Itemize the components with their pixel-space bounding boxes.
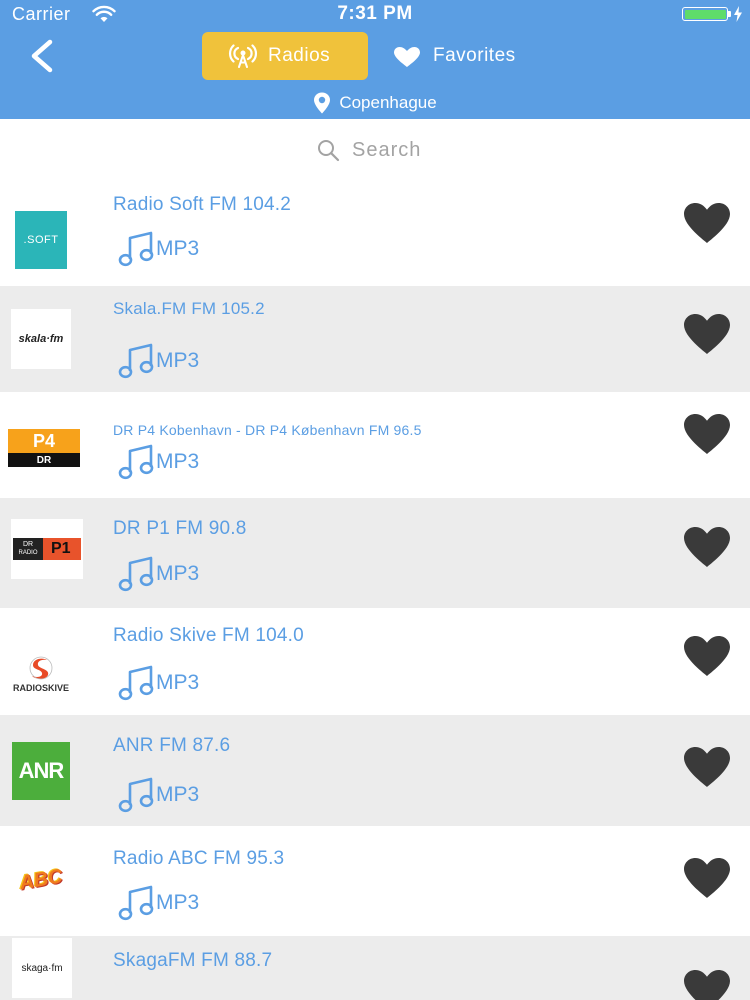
favorite-heart-icon[interactable] [683, 526, 731, 568]
format-label: MP3 [156, 237, 200, 260]
station-format: MP3 [118, 442, 199, 482]
music-note-icon [118, 885, 154, 921]
station-name: Skala.FM FM 105.2 [113, 299, 265, 318]
battery-tip [728, 11, 731, 17]
music-note-icon [118, 665, 154, 701]
heart-icon [394, 47, 420, 67]
station-name: SkagaFM FM 88.7 [113, 950, 273, 971]
music-note-icon [118, 231, 154, 267]
tab-favorites-label: Favorites [433, 45, 516, 66]
location-bar: Copenhague [0, 92, 750, 116]
station-format: MP3 [118, 883, 199, 923]
station-logo: ANR [10, 741, 72, 801]
format-label: MP3 [156, 891, 200, 914]
station-logo: ABC [17, 864, 65, 895]
radio-antenna-icon [229, 44, 257, 68]
favorite-heart-icon[interactable] [683, 746, 731, 788]
favorite-heart-icon[interactable] [683, 413, 731, 455]
tab-radios-label: Radios [268, 45, 331, 66]
location-label: Copenhague [339, 93, 437, 112]
search-icon [318, 140, 340, 162]
radioskive-swoosh-icon [29, 656, 53, 680]
station-row[interactable]: skala·fm Skala.FM FM 105.2 MP3 [0, 286, 750, 392]
favorite-heart-icon[interactable] [683, 969, 731, 1000]
tab-radios[interactable]: Radios [202, 32, 368, 80]
station-row[interactable]: RADIOSKIVE Radio Skive FM 104.0 MP3 [0, 608, 750, 715]
station-logo: skala·fm [10, 309, 72, 369]
music-note-icon [118, 343, 154, 379]
music-note-icon [118, 556, 154, 592]
music-note-icon [118, 777, 154, 813]
station-format: MP3 [118, 341, 199, 381]
station-row[interactable]: ABC Radio ABC FM 95.3 MP3 [0, 826, 750, 936]
favorite-heart-icon[interactable] [683, 313, 731, 355]
station-row[interactable]: .SOFT Radio Soft FM 104.2 MP3 [0, 181, 750, 286]
station-row[interactable]: DR RADIO P1 DR P1 FM 90.8 MP3 [0, 498, 750, 608]
search-field[interactable]: Search [316, 135, 421, 165]
tab-favorites[interactable]: Favorites [384, 32, 534, 80]
station-name: DR P1 FM 90.8 [113, 518, 247, 539]
back-button[interactable] [26, 38, 58, 74]
station-list: .SOFT Radio Soft FM 104.2 MP3 skala·fm S… [0, 181, 750, 1000]
header: Carrier 7:31 PM Radios Favorites Copenha… [0, 0, 750, 119]
location-pin-icon [314, 92, 331, 114]
format-label: MP3 [156, 349, 200, 372]
station-format: MP3 [118, 663, 199, 703]
station-row[interactable]: ANR ANR FM 87.6 MP3 [0, 715, 750, 826]
format-label: MP3 [156, 450, 200, 473]
station-name: DR P4 Kobenhavn - DR P4 København FM 96.… [113, 422, 422, 438]
format-label: MP3 [156, 562, 200, 585]
station-name: Radio Skive FM 104.0 [113, 625, 304, 646]
search-bar[interactable]: Search [0, 119, 750, 181]
battery-icon [682, 7, 728, 21]
station-format: MP3 [118, 554, 199, 594]
charging-bolt-icon [734, 6, 742, 22]
music-note-icon [118, 444, 154, 480]
station-logo: skaga·fm [10, 938, 74, 998]
station-row[interactable]: skaga·fm SkagaFM FM 88.7 [0, 936, 750, 1000]
format-label: MP3 [156, 783, 200, 806]
status-bar: Carrier 7:31 PM [0, 0, 750, 30]
status-time: 7:31 PM [337, 3, 413, 24]
station-name: Radio Soft FM 104.2 [113, 194, 292, 215]
station-logo: .SOFT [10, 210, 72, 270]
station-name: Radio ABC FM 95.3 [113, 848, 285, 869]
station-format: MP3 [118, 229, 199, 269]
search-placeholder: Search [352, 138, 422, 161]
station-format: MP3 [118, 775, 199, 815]
station-logo: RADIOSKIVE [6, 645, 76, 705]
station-name: ANR FM 87.6 [113, 735, 231, 756]
station-logo: P4 DR [7, 418, 81, 478]
station-row[interactable]: P4 DR DR P4 Kobenhavn - DR P4 København … [0, 392, 750, 498]
format-label: MP3 [156, 671, 200, 694]
favorite-heart-icon[interactable] [683, 635, 731, 677]
favorite-heart-icon[interactable] [683, 857, 731, 899]
favorite-heart-icon[interactable] [683, 202, 731, 244]
station-logo: DR RADIO P1 [10, 519, 84, 579]
